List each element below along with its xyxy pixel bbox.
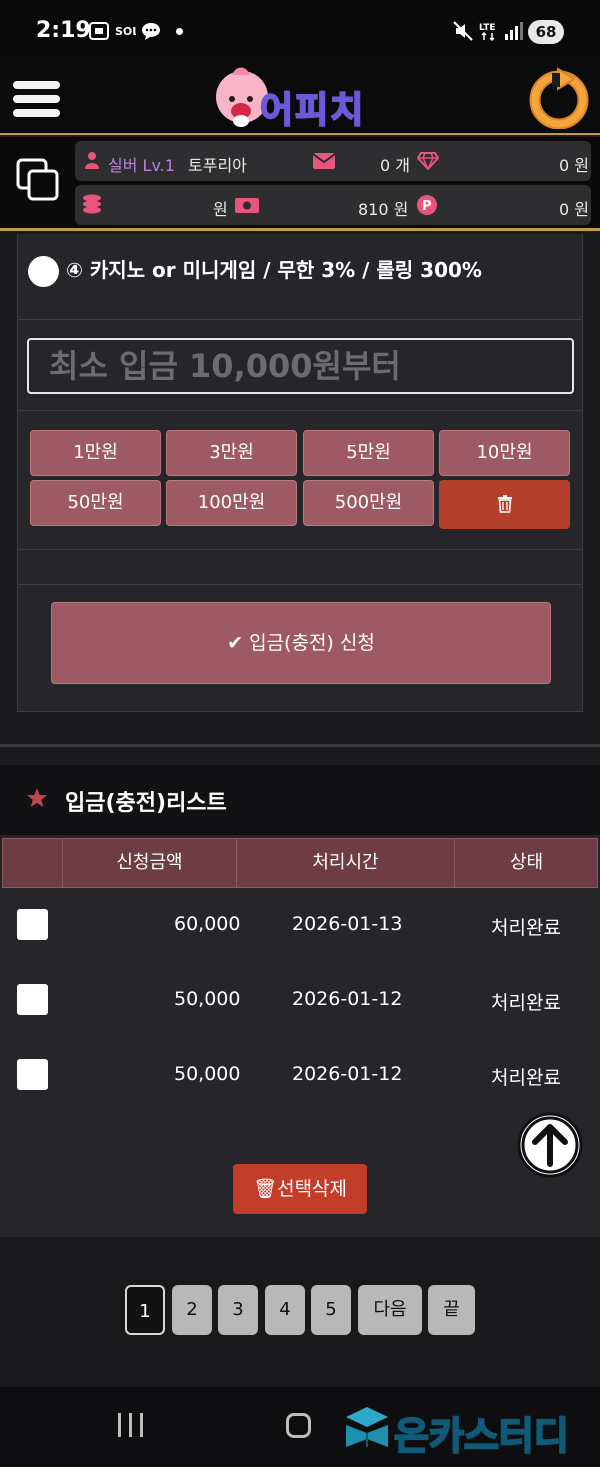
copy-icon[interactable]	[16, 158, 60, 202]
deposit-amount-input[interactable]: 최소 입금 10,000원부터	[27, 338, 574, 394]
gem-icon	[417, 152, 439, 170]
signal-icon	[505, 22, 523, 40]
row-time: 2026-01-12	[292, 1063, 403, 1085]
bonus-option-radio[interactable]	[28, 256, 59, 287]
lte-icon: LTE	[479, 23, 496, 42]
bank-app-icon: SOL	[115, 25, 136, 38]
deposit-list-header: 입금(충전)리스트	[0, 765, 600, 835]
logo-text: 어피치	[259, 89, 366, 132]
site-logo[interactable]: 어피치	[212, 63, 402, 135]
column-header-time: 처리시간	[236, 839, 454, 887]
user-info-bar: 실버 Lv.1 토푸리아 0 개 0 원 원 810 원 P 0 원	[0, 137, 600, 231]
table-row: 50,000 2026-01-12 처리완료	[0, 964, 600, 1039]
clear-amount-button[interactable]	[439, 480, 570, 529]
page-button-3[interactable]: 3	[218, 1285, 258, 1335]
user-grade: 실버 Lv.1	[108, 156, 175, 175]
page-button-4[interactable]: 4	[265, 1285, 305, 1335]
table-row: 60,000 2026-01-13 처리완료	[0, 889, 600, 964]
battery-indicator: 68	[528, 20, 564, 44]
bonus-option-row: ④ 카지노 or 미니게임 / 무한 3% / 롤링 300%	[18, 234, 582, 320]
amount-button-500k[interactable]: 50만원	[30, 480, 161, 526]
balance-amount: 810 원	[358, 200, 409, 219]
point-amount: 0 원	[559, 200, 589, 219]
delete-selected-button[interactable]: 🗑선택삭제	[233, 1164, 367, 1214]
watermark-text: 온카스터디	[393, 1413, 570, 1459]
trash-icon	[498, 495, 512, 513]
next-page-button[interactable]: 다음	[358, 1285, 422, 1335]
cash-amount: 원	[213, 200, 228, 219]
amount-button-100k[interactable]: 10만원	[439, 430, 570, 476]
row-checkbox[interactable]	[17, 984, 48, 1015]
notification-dot	[176, 28, 183, 35]
gem-amount: 0 원	[559, 156, 589, 175]
svg-text:LTE: LTE	[479, 23, 496, 33]
amount-button-10k[interactable]: 1만원	[30, 430, 161, 476]
amount-button-5m[interactable]: 500만원	[303, 480, 434, 526]
wallet-info-row: 원 810 원 P 0 원	[75, 185, 591, 225]
money-icon	[235, 198, 259, 213]
message-count: 0 개	[380, 156, 410, 175]
column-header-status: 상태	[454, 839, 598, 887]
user-info-row: 실버 Lv.1 토푸리아 0 개 0 원	[75, 141, 591, 181]
page-button-1[interactable]: 1	[125, 1285, 165, 1335]
row-amount: 50,000	[174, 988, 241, 1010]
row-amount: 50,000	[174, 1063, 241, 1085]
site-header: 어피치	[0, 55, 600, 135]
bonus-option-label: ④ 카지노 or 미니게임 / 무한 3% / 롤링 300%	[66, 258, 482, 282]
page-button-5[interactable]: 5	[311, 1285, 351, 1335]
form-divider	[18, 584, 582, 585]
table-row: 50,000 2026-01-12 처리완료	[0, 1039, 600, 1114]
star-icon	[27, 788, 47, 807]
table-header: 신청금액 처리시간 상태	[2, 838, 598, 888]
mute-icon	[453, 21, 473, 41]
deposit-list-title: 입금(충전)리스트	[65, 791, 227, 816]
pagination: 1 2 3 4 5 다음 끝	[0, 1237, 600, 1387]
android-nav-bar: 온카스터디	[0, 1387, 600, 1467]
last-page-button[interactable]: 끝	[428, 1285, 475, 1335]
row-time: 2026-01-12	[292, 988, 403, 1010]
status-time: 2:19	[36, 18, 91, 43]
coins-icon	[83, 194, 101, 214]
form-divider	[18, 549, 582, 550]
svg-text:SOL: SOL	[115, 25, 136, 38]
row-status: 처리완료	[491, 1067, 561, 1089]
section-divider	[0, 744, 600, 747]
watermark: 온카스터디	[342, 1403, 592, 1459]
user-icon	[85, 152, 99, 169]
row-checkbox[interactable]	[17, 1059, 48, 1090]
row-time: 2026-01-13	[292, 913, 403, 935]
amount-button-50k[interactable]: 5만원	[303, 430, 434, 476]
scroll-to-top-icon[interactable]	[517, 1112, 583, 1178]
amount-button-1m[interactable]: 100만원	[166, 480, 297, 526]
point-icon: P	[417, 195, 437, 215]
recent-apps-button[interactable]	[118, 1413, 151, 1441]
row-checkbox[interactable]	[17, 909, 48, 940]
user-nickname: 토푸리아	[188, 156, 247, 175]
row-status: 처리완료	[491, 917, 561, 939]
refresh-icon[interactable]	[528, 67, 590, 129]
deposit-submit-button[interactable]: ✔ 입금(충전) 신청	[51, 602, 551, 684]
svg-text:P: P	[422, 199, 432, 214]
row-amount: 60,000	[174, 913, 241, 935]
home-button[interactable]	[286, 1413, 311, 1438]
status-bar: 2:19 SOL LTE 68	[0, 0, 600, 55]
chat-icon	[142, 23, 160, 40]
row-status: 처리완료	[491, 992, 561, 1014]
amount-button-30k[interactable]: 3만원	[166, 430, 297, 476]
screenshot-icon	[89, 22, 109, 40]
column-header-amount: 신청금액	[62, 839, 236, 887]
deposit-list-card: 입금(충전)리스트 신청금액 처리시간 상태 60,000 2026-01-13…	[0, 765, 600, 1237]
menu-icon[interactable]	[13, 81, 60, 117]
page-button-2[interactable]: 2	[172, 1285, 212, 1335]
mail-icon[interactable]	[313, 153, 335, 169]
deposit-form: ④ 카지노 or 미니게임 / 무한 3% / 롤링 300% 최소 입금 10…	[17, 234, 583, 712]
book-logo-icon	[346, 1407, 388, 1447]
